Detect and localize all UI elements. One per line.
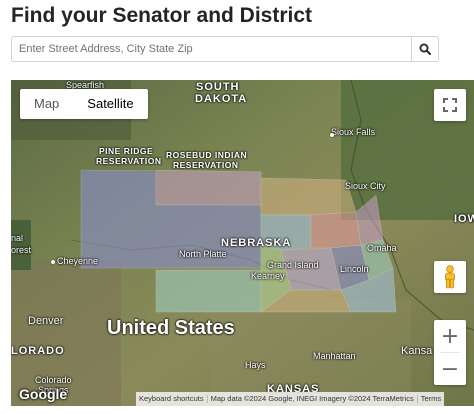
search-icon (419, 43, 431, 55)
zoom-in-button[interactable]: + (434, 320, 466, 352)
district-map[interactable]: Spearfish SOUTH DAKOTA PINE RIDGE RESERV… (11, 80, 474, 406)
city-label: Colorado (35, 375, 72, 385)
city-label: Lincoln (340, 264, 369, 274)
city-label: orest (11, 245, 32, 255)
city-label: North Platte (179, 249, 227, 259)
terms-link[interactable]: Terms (418, 392, 444, 406)
state-label: NEBRASKA (221, 237, 292, 249)
city-label: Sioux City (345, 181, 386, 191)
country-label: United States (107, 317, 235, 339)
state-label: SOUTH (196, 81, 240, 93)
reservation-label: PINE RIDGE (99, 146, 154, 156)
page-title: Find your Senator and District (11, 4, 313, 27)
city-label: Kearney (251, 271, 285, 281)
state-label: LORADO (11, 345, 65, 357)
address-search (11, 36, 439, 62)
fullscreen-icon (443, 98, 457, 112)
reservation-label: RESERVATION (173, 160, 239, 170)
city-label: Sioux Falls (331, 127, 376, 137)
district-polygon[interactable] (155, 169, 262, 206)
city-label: Cheyenne (57, 256, 99, 266)
city-dot (51, 260, 55, 264)
city-label: Omaha (367, 243, 397, 253)
pegman-icon (445, 265, 455, 289)
keyboard-shortcuts-link[interactable]: Keyboard shortcuts (136, 392, 207, 406)
map-attribution: Map data ©2024 Google, INEGI Imagery ©20… (210, 394, 414, 403)
zoom-control: + − (434, 320, 466, 385)
district-polygon[interactable] (310, 211, 362, 249)
fullscreen-button[interactable] (434, 89, 466, 121)
district-polygon[interactable] (260, 177, 357, 216)
city-label: Denver (28, 315, 64, 327)
search-button[interactable] (412, 36, 439, 62)
reservation-label: RESERVATION (96, 156, 162, 166)
city-label: Hays (245, 360, 266, 370)
city-dot (330, 133, 334, 137)
satellite-view-button[interactable]: Satellite (73, 89, 147, 119)
city-label: Kansa (401, 345, 433, 357)
reservation-label: ROSEBUD INDIAN (166, 150, 248, 160)
address-input[interactable] (11, 36, 412, 62)
district-polygon[interactable] (155, 269, 262, 313)
city-label: nal (11, 233, 24, 243)
zoom-out-button[interactable]: − (434, 353, 466, 385)
state-label: DAKOTA (195, 93, 248, 105)
city-label: Manhattan (313, 351, 356, 361)
street-view-button[interactable] (434, 261, 466, 293)
state-label: IOW (454, 213, 474, 225)
map-view-button[interactable]: Map (20, 89, 73, 119)
map-type-control: Map Satellite (20, 89, 148, 119)
map-footer: Keyboard shortcuts Map data ©2024 Google… (136, 392, 445, 406)
google-logo: Google (19, 386, 68, 402)
city-label: Grand Island (267, 260, 319, 270)
